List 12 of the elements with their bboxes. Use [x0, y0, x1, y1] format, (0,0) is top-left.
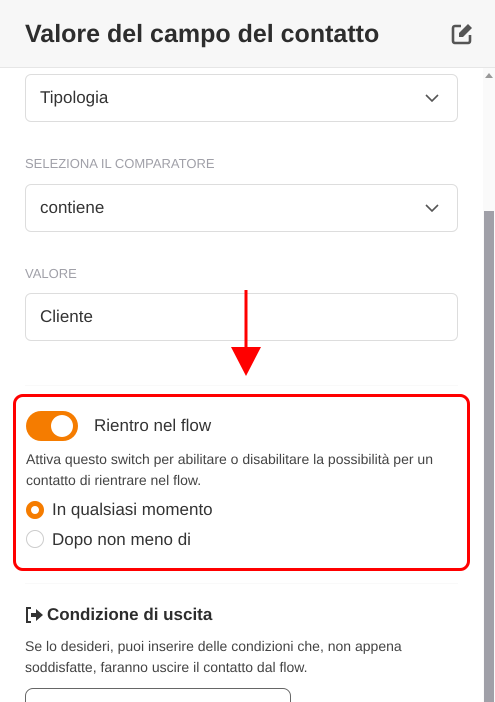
- description-text: Attiva questo switch per abilitare o disabilitare la possibilità per un contatto di rientrare nel flow.: [26, 450, 434, 490]
- description-text: Se lo desideri, puoi inserire delle condizioni che, non appena soddisfatte, faranno uscire il contatto dal flow.: [25, 636, 403, 676]
- dropdown[interactable]: Tipologia: [25, 74, 458, 122]
- switch-label: Rientro nel flow: [94, 415, 212, 438]
- field-label: SELEZIONA IL COMPARATORE: [25, 155, 216, 173]
- panel-title: Valore del campo del contatto: [25, 18, 380, 48]
- section-heading: Condizione di uscita: [47, 604, 212, 626]
- field-label: VALORE: [25, 264, 78, 282]
- radio-option[interactable]: In qualsiasi momento: [26, 497, 457, 522]
- text-field[interactable]: Cliente: [25, 293, 458, 341]
- radio-option[interactable]: Dopo non meno di: [26, 526, 457, 552]
- dropdown[interactable]: contiene: [25, 184, 458, 232]
